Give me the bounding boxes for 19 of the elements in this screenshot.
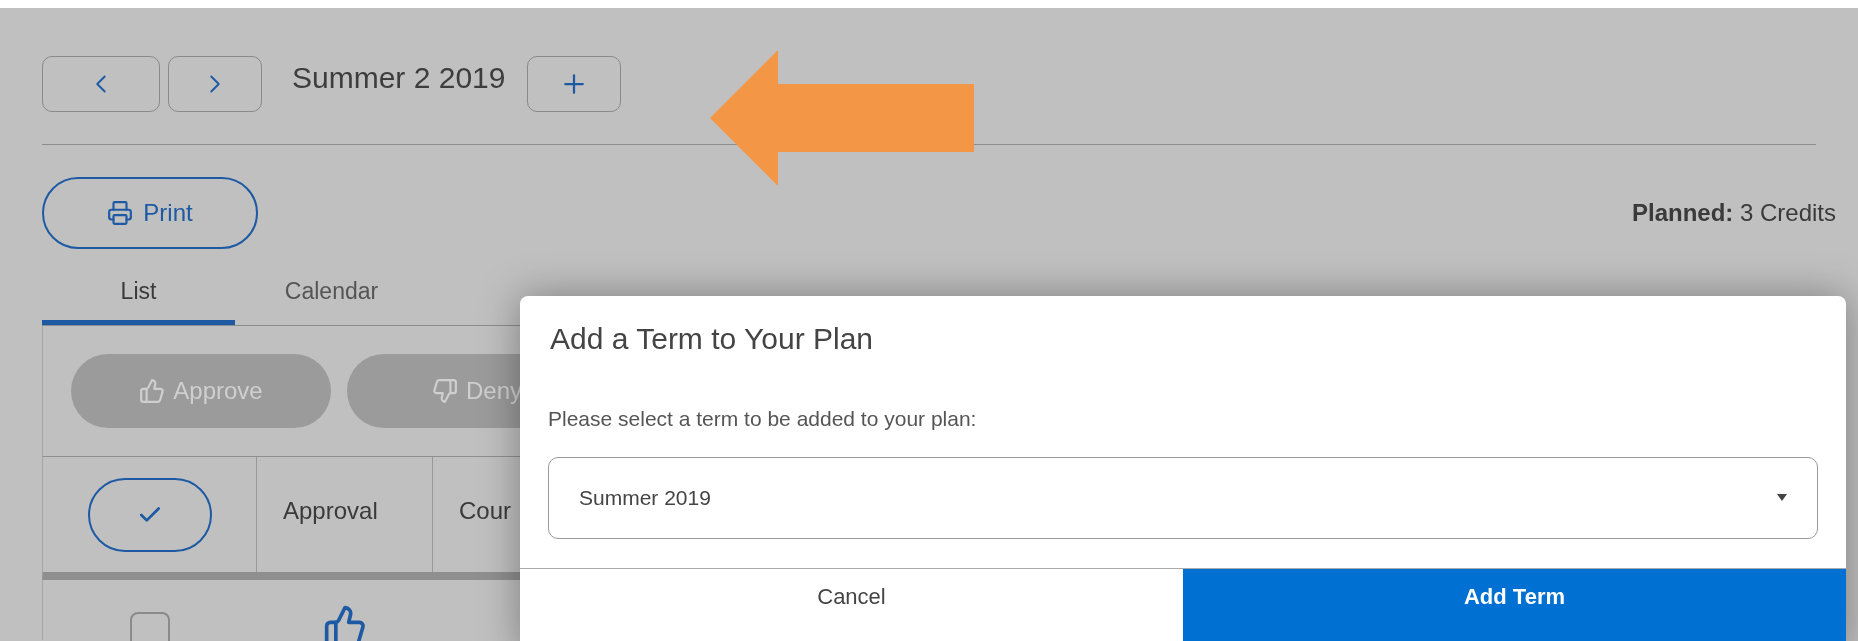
- select-all-button[interactable]: [87, 477, 212, 552]
- next-term-button[interactable]: [168, 56, 262, 112]
- thumbs-down-icon: [432, 378, 458, 404]
- column-header: Approval: [257, 457, 433, 572]
- printer-icon: [107, 200, 134, 226]
- term-title: Summer 2 2019: [292, 59, 506, 96]
- dropdown-caret-icon: [1777, 494, 1787, 501]
- print-button[interactable]: Print: [42, 177, 258, 249]
- dialog-title: Add a Term to Your Plan: [549, 321, 874, 357]
- thumbs-up-icon: [139, 378, 166, 404]
- row-checkbox[interactable]: [130, 612, 170, 641]
- term-select[interactable]: Summer 2019: [548, 456, 1818, 539]
- previous-term-button[interactable]: [42, 56, 160, 112]
- thumbs-up-icon: [323, 604, 367, 641]
- add-term-button[interactable]: [527, 56, 622, 112]
- add-term-button[interactable]: Add Term: [1183, 568, 1846, 641]
- tab[interactable]: List: [42, 263, 235, 325]
- planned-credits: Planned: 3 Credits: [1631, 198, 1836, 228]
- tab[interactable]: Calendar: [235, 263, 428, 325]
